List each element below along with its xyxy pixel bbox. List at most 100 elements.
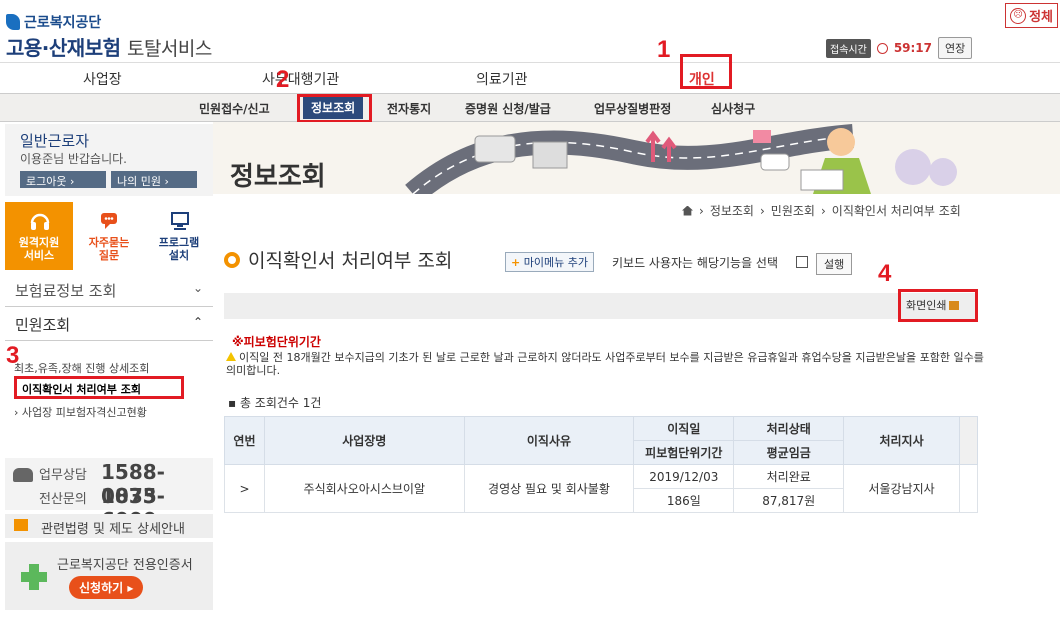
print-bar — [224, 293, 978, 319]
monitor-icon — [14, 519, 28, 531]
col-status: 처리상태 — [733, 416, 845, 441]
result-count: ▪ 총 조회건수 1건 — [228, 396, 322, 410]
sub-nav-e-notice[interactable]: 전자통지 — [387, 100, 431, 117]
chevron-down-icon: ⌄ — [192, 281, 203, 295]
faq-label: 자주묻는 질문 — [88, 236, 130, 262]
program-install-button[interactable]: 프로그램 설치 — [145, 202, 213, 270]
logout-button[interactable]: 로그아웃 › — [20, 171, 106, 188]
sidebar-link-insured-status[interactable]: › 사업장 피보험자격신고현황 — [14, 404, 147, 420]
sidebar-menu-civil[interactable]: 민원조회 ⌃ — [5, 307, 213, 341]
service-title[interactable]: 고용·산재보험 토탈서비스 — [6, 32, 212, 61]
sidebar-menu-premium-label: 보험료정보 조회 — [15, 282, 117, 300]
program-install-label: 프로그램 설치 — [158, 236, 200, 262]
user-type: 일반근로자 — [20, 132, 90, 150]
chevron-up-icon: ⌃ — [192, 315, 203, 329]
face-icon: ☹ — [1010, 7, 1027, 24]
highlight-box-print — [898, 289, 978, 322]
explain-button[interactable]: 설행 — [816, 253, 853, 275]
add-my-menu-plus: + — [511, 256, 521, 269]
sidebar-menu-premium[interactable]: 보험료정보 조회 ⌄ — [5, 273, 213, 307]
remote-support-label: 원격지원 서비스 — [18, 236, 60, 262]
cell-branch: 서울강남지사 — [843, 464, 960, 513]
sidebar-link-insured-status-label: 사업장 피보험자격신고현황 — [21, 406, 147, 419]
computer-icon — [171, 212, 189, 230]
remote-support-button[interactable]: 원격지원 서비스 — [5, 202, 73, 270]
add-my-menu-button[interactable]: + 마이메뉴 추가 — [505, 252, 594, 272]
result-table: 연번 사업장명 이직사유 이직일 처리상태 처리지사 피보험단위기간 평균임금 … — [224, 416, 979, 513]
table-scrollbar-cell — [958, 464, 979, 513]
banner-illustration — [405, 124, 957, 204]
page: 근로복지공단 고용·산재보험 토탈서비스 ☹ 정체 접속시간 59:17 연장 … — [0, 0, 1060, 628]
sub-nav-review[interactable]: 심사청구 — [711, 100, 755, 117]
keyboard-hint: 키보드 사용자는 해당기능을 선택 — [612, 256, 779, 270]
main-nav-workplace[interactable]: 사업장 — [83, 69, 122, 89]
add-my-menu-label: 마이메뉴 추가 — [523, 256, 588, 269]
col-insured-period: 피보험단위기간 — [633, 440, 735, 465]
breadcrumb-separator: › — [699, 203, 704, 218]
cell-insured-period: 186일 — [633, 488, 735, 513]
banner — [213, 122, 1060, 204]
org-logo[interactable]: 근로복지공단 — [6, 12, 101, 32]
home-icon[interactable] — [682, 205, 693, 216]
step-number-3: 3 — [6, 342, 20, 369]
row-expand-button[interactable]: > — [224, 464, 265, 513]
logout-status-button[interactable]: ☹ 정체 — [1005, 3, 1058, 28]
cell-reason: 경영상 필요 및 회사불황 — [463, 464, 635, 513]
warning-body: 이직일 전 18개월간 보수지급의 기초가 된 날로 근로한 날과 근로하지 않… — [226, 351, 984, 377]
breadcrumb-separator: › — [759, 203, 765, 218]
col-avg-wage: 평균임금 — [733, 440, 845, 465]
logout-status-label: 정체 — [1029, 10, 1053, 25]
my-civil-button-label: 나의 민원 — [117, 175, 161, 188]
title-bullet-icon — [224, 251, 240, 268]
keyboard-checkbox[interactable] — [796, 256, 808, 268]
sub-nav: 민원접수/신고 정보조회 전자통지 증명원 신청/발급 업무상질병판정 심사청구 — [0, 94, 1060, 122]
banner-title: 정보조회 — [230, 162, 326, 192]
chat-icon — [101, 213, 117, 229]
sub-nav-certificate[interactable]: 증명원 신청/발급 — [465, 100, 551, 117]
table-scrollbar[interactable] — [958, 416, 979, 465]
highlight-box-personal — [680, 54, 732, 89]
user-greeting: 이용준님 반갑습니다. — [20, 152, 127, 166]
plus-icon — [21, 564, 47, 590]
extend-session-button[interactable]: 연장 — [938, 37, 973, 59]
step-number-1: 1 — [657, 36, 671, 63]
sidebar-menu-civil-label: 민원조회 — [15, 316, 71, 334]
breadcrumb: › 정보조회 › 민원조회 › 이직확인서 처리여부 조회 — [682, 202, 961, 219]
session-label: 접속시간 — [826, 38, 871, 58]
table-row[interactable]: > 주식회사오아시스브이알 경영상 필요 및 회사불황 2019/12/03 처… — [224, 464, 979, 513]
org-logo-icon — [6, 14, 20, 30]
sub-nav-civil-request[interactable]: 민원접수/신고 — [199, 100, 270, 117]
page-title: 이직확인서 처리여부 조회 — [224, 246, 452, 273]
step-number-2: 2 — [276, 66, 290, 93]
sub-nav-disease[interactable]: 업무상질병판정 — [594, 100, 671, 117]
faq-button[interactable]: 자주묻는 질문 — [75, 202, 143, 270]
phone-icon — [13, 468, 33, 482]
col-company: 사업장명 — [263, 416, 465, 465]
breadcrumb-item-info[interactable]: 정보조회 — [710, 202, 754, 219]
col-reason: 이직사유 — [463, 416, 635, 465]
logout-button-label: 로그아웃 — [26, 175, 67, 188]
cell-status: 처리완료 — [733, 464, 845, 489]
main-nav: 사업장 사무대행기관 의료기관 개인 — [0, 62, 1060, 94]
session-timer: 접속시간 59:17 연장 — [826, 37, 973, 59]
cert-box: 근로복지공단 전용인증서 신청하기 ▸ — [5, 542, 213, 610]
cert-apply-label: 신청하기 — [79, 581, 124, 595]
sidebar-link-detail-inquiry[interactable]: 최초,유족,장해 진행 상세조회 — [14, 360, 149, 376]
main-nav-medical[interactable]: 의료기관 — [476, 69, 528, 89]
col-branch: 처리지사 — [843, 416, 960, 465]
warning-text: 이직일 전 18개월간 보수지급의 기초가 된 날로 근로한 날과 근로하지 않… — [226, 351, 986, 377]
cert-title: 근로복지공단 전용인증서 — [57, 558, 193, 573]
cell-avg-wage: 87,817원 — [733, 488, 845, 513]
contact-label-it: 전산문의 — [39, 492, 87, 507]
breadcrumb-item-current: 이직확인서 처리여부 조회 — [831, 204, 961, 218]
my-civil-button[interactable]: 나의 민원 › — [111, 171, 197, 188]
session-time: 59:17 — [893, 41, 933, 55]
col-leave-date: 이직일 — [633, 416, 735, 441]
org-name: 근로복지공단 — [24, 15, 102, 31]
cell-company: 주식회사오아시스브이알 — [263, 464, 465, 513]
law-link[interactable]: 관련법령 및 제도 상세안내 — [5, 514, 213, 538]
main-nav-agency[interactable]: 사무대행기관 — [262, 69, 339, 89]
step-number-4: 4 — [878, 260, 892, 287]
cert-apply-button[interactable]: 신청하기 ▸ — [69, 576, 144, 599]
breadcrumb-item-civil[interactable]: 민원조회 — [771, 202, 815, 219]
